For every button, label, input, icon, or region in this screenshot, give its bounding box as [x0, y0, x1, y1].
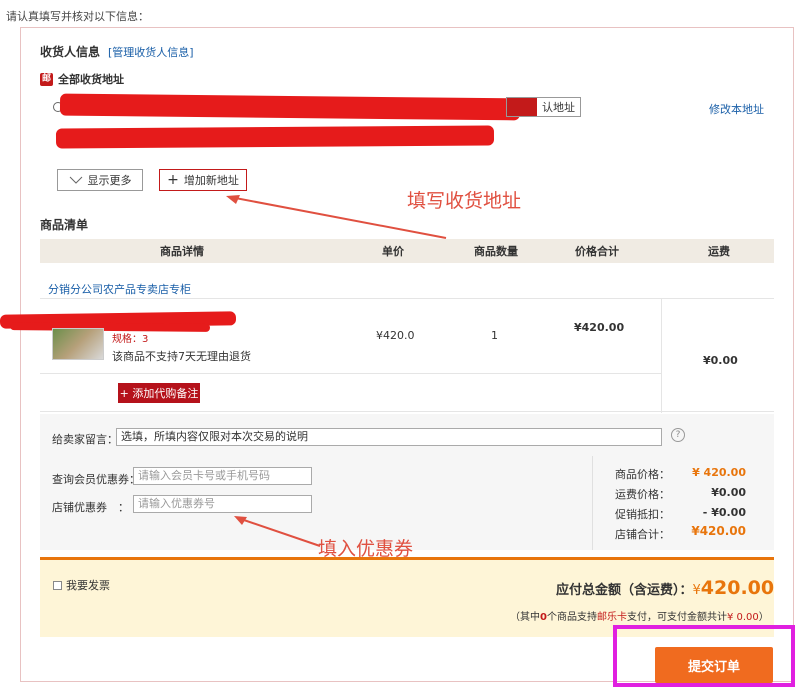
- col-quantity: 商品数量: [474, 245, 518, 258]
- annotation-arrow-address: [226, 192, 456, 245]
- summary-divider: [592, 456, 593, 550]
- summary-promo-label: 促销抵扣：: [615, 508, 670, 521]
- payment-note: （其中0个商品支持邮乐卡支付，可支付金额共计¥ 0.00）: [510, 608, 769, 623]
- store-coupon-label: 店铺优惠券 ：: [52, 501, 129, 514]
- col-subtotal: 价格合计: [575, 245, 619, 258]
- summary-store-total-label: 店铺合计：: [615, 528, 670, 541]
- default-button-label: 认地址: [542, 101, 575, 114]
- add-purchase-note-button[interactable]: + 添加代购备注: [118, 383, 200, 403]
- payment-note-count: 0: [540, 612, 547, 623]
- return-policy: 该商品不支持7天无理由退货: [112, 350, 251, 363]
- invoice-option[interactable]: 我要发票: [53, 577, 110, 593]
- receiver-section-title: 收货人信息: [40, 45, 101, 59]
- invoice-checkbox[interactable]: [53, 580, 62, 590]
- payment-note-prefix: （其中: [510, 612, 540, 623]
- payment-note-amount: ¥ 0.00: [726, 612, 759, 623]
- edit-address-link[interactable]: 修改本地址: [709, 101, 764, 117]
- seller-note-label: 给卖家留言：: [52, 433, 118, 446]
- intro-text: 请认真填写并核对以下信息：: [6, 10, 149, 23]
- grand-total-label: 应付总金额（含运费）：: [556, 583, 693, 598]
- submit-highlight-box: [613, 625, 795, 687]
- all-addresses-label: 全部收货地址: [58, 73, 124, 86]
- product-spec: 规格：3: [112, 334, 149, 345]
- payment-note-end: ）: [758, 612, 769, 623]
- chevron-down-icon: [69, 174, 83, 187]
- member-coupon-label: 查询会员优惠券：: [52, 473, 140, 486]
- grand-total: 应付总金额（含运费）： ¥ 420.00: [556, 577, 774, 599]
- summary-promo-value: - ¥0.00: [702, 506, 746, 519]
- post-icon: 邮: [40, 72, 53, 86]
- receiver-header: 收货人信息 [管理收货人信息]: [40, 43, 194, 60]
- row-divider: [40, 373, 661, 374]
- summary-goods-label: 商品价格：: [615, 468, 670, 481]
- show-more-label: 显示更多: [87, 174, 132, 187]
- quantity: 1: [491, 329, 498, 342]
- unit-price: ¥420.0: [376, 329, 415, 342]
- subtotal: ¥420.00: [574, 321, 625, 334]
- payment-note-suffix: 支付，可支付金额共计: [626, 612, 727, 623]
- payment-note-brand: 邮乐卡: [596, 612, 627, 623]
- annotation-arrow-coupon: [234, 514, 324, 553]
- summary-store-total-value: ¥420.00: [691, 524, 746, 538]
- product-thumbnail[interactable]: [52, 328, 104, 360]
- member-coupon-input[interactable]: 请输入会员卡号或手机号码: [133, 467, 312, 485]
- show-more-button[interactable]: 显示更多: [57, 169, 143, 191]
- shipping-fee: ¥0.00: [703, 354, 738, 367]
- default-button-redact: [507, 98, 537, 116]
- add-address-label: 增加新地址: [183, 174, 239, 187]
- col-unit-price: 单价: [382, 245, 404, 258]
- col-product-detail: 商品详情: [160, 245, 204, 258]
- grand-total-amount: 420.00: [700, 577, 775, 599]
- invoice-label: 我要发票: [66, 579, 110, 592]
- payment-note-mid: 个商品支持: [546, 612, 597, 623]
- add-address-button[interactable]: + 增加新地址: [159, 169, 247, 191]
- redacted-address-scribble-2: [55, 125, 495, 149]
- all-addresses-heading: 邮 全部收货地址: [40, 71, 124, 87]
- summary-shipping-label: 运费价格：: [615, 488, 670, 501]
- product-table-header: 商品详情 单价 商品数量 价格合计 运费: [40, 239, 774, 263]
- summary-shipping-value: ¥0.00: [711, 486, 746, 499]
- seller-note-input[interactable]: 选填，所填内容仅限对本次交易的说明: [116, 428, 662, 446]
- product-list-title: 商品清单: [40, 218, 89, 232]
- grand-total-currency: ¥: [692, 583, 701, 598]
- summary-goods-value: ¥ 420.00: [692, 466, 746, 479]
- shipping-divider: [661, 299, 662, 413]
- store-coupon-input[interactable]: 请输入优惠券号: [133, 495, 312, 513]
- set-default-address-button[interactable]: 认地址: [506, 97, 581, 117]
- col-shipping: 运费: [708, 245, 730, 258]
- plus-icon: +: [167, 172, 179, 188]
- help-icon[interactable]: ?: [671, 428, 685, 442]
- manage-receiver-link[interactable]: [管理收货人信息]: [108, 44, 194, 60]
- shop-name-link[interactable]: 分销分公司农产品专卖店专柜: [48, 281, 191, 297]
